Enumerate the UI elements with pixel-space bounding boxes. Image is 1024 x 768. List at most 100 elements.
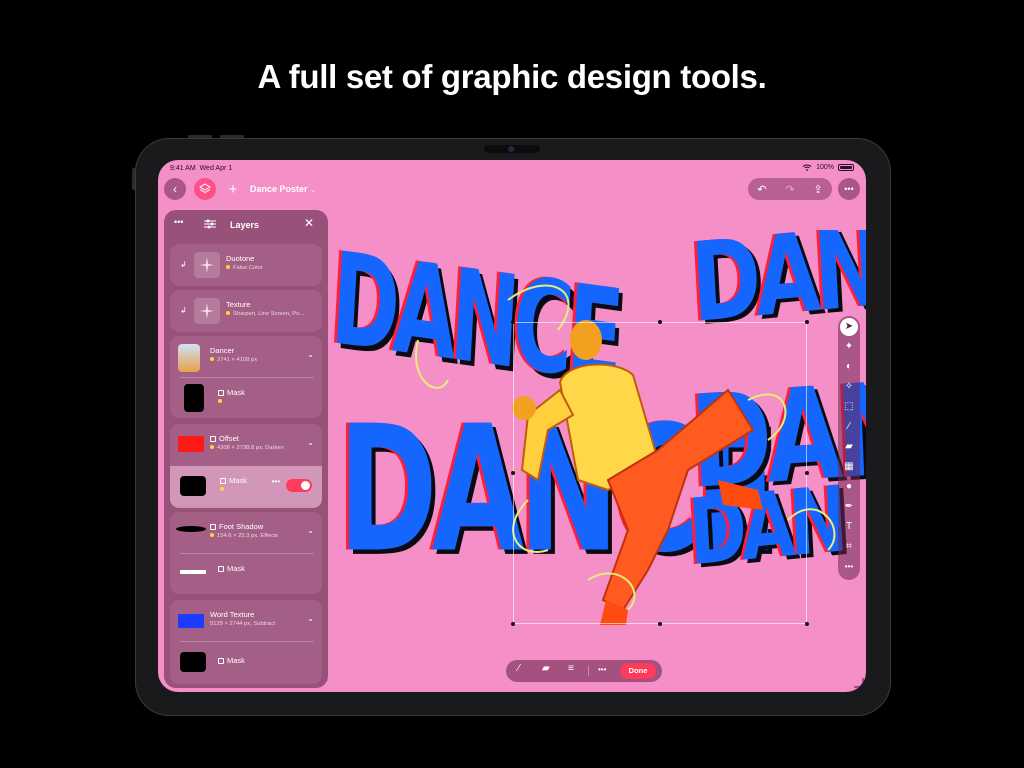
add-button[interactable]: + bbox=[222, 178, 244, 200]
layers-panel-header: ••• Layers ✕ bbox=[164, 210, 328, 238]
eraser-icon[interactable]: ▰ bbox=[838, 438, 860, 456]
status-dot bbox=[220, 487, 224, 492]
back-button[interactable]: ‹ bbox=[164, 178, 186, 200]
layer-detail: 2741 × 4108 px bbox=[217, 357, 258, 363]
selection-box[interactable] bbox=[511, 320, 809, 626]
plus-icon: + bbox=[228, 180, 238, 198]
wifi-icon bbox=[802, 164, 812, 171]
chevron-down-icon: ⌄ bbox=[310, 185, 317, 194]
chevron-down-icon[interactable]: ⌄ bbox=[307, 438, 314, 447]
patch-icon[interactable]: ▦ bbox=[838, 458, 860, 476]
mask-more-icon[interactable]: ••• bbox=[272, 477, 280, 486]
mask-thumbnail bbox=[184, 384, 204, 412]
mask-thumbnail bbox=[180, 652, 206, 672]
history-share-group: ↶ ↷ ⇪ bbox=[748, 178, 832, 200]
selection-handle[interactable] bbox=[805, 471, 809, 475]
brush-icon[interactable]: ⁄ bbox=[838, 418, 860, 436]
toolbar-divider bbox=[588, 666, 589, 676]
marquee-icon[interactable]: ⬚ bbox=[838, 398, 860, 416]
document-title-menu[interactable]: Dance Poster ⌄ bbox=[250, 184, 317, 194]
status-bar: 9:41 AM Wed Apr 1 100% bbox=[158, 160, 866, 178]
selection-handle[interactable] bbox=[805, 320, 809, 324]
sparkle-icon bbox=[200, 257, 214, 273]
status-time: 9:41 AM bbox=[170, 165, 196, 172]
selection-handle[interactable] bbox=[511, 471, 515, 475]
sparkle-icon bbox=[200, 303, 214, 319]
adjust-icon[interactable]: ≡ bbox=[568, 663, 574, 674]
layer-detail: 4308 × 2738.8 px, Darken bbox=[217, 445, 284, 451]
select-tool-icon[interactable]: ➤ bbox=[840, 318, 858, 336]
layers-icon bbox=[199, 183, 211, 194]
layer-detail: 154.6 × 25.3 px, Effects bbox=[217, 533, 278, 539]
crop-icon[interactable]: ⌗ bbox=[838, 538, 860, 556]
layers-button[interactable] bbox=[194, 178, 216, 200]
layer-detail: Sharpen, Line Screen, Po... bbox=[233, 311, 305, 317]
mask-row[interactable]: Mask bbox=[170, 378, 322, 420]
mask-thumbnail bbox=[180, 570, 206, 574]
mask-toggle[interactable] bbox=[286, 479, 312, 492]
chevron-down-icon[interactable]: ⌄ bbox=[307, 350, 314, 359]
battery-icon bbox=[838, 164, 854, 171]
bottom-toolbar: ⁄ ▰ ≡ ••• Done bbox=[506, 660, 662, 682]
layer-name: Foot Shadow bbox=[219, 522, 264, 531]
layer-detail: False Color bbox=[233, 265, 263, 271]
layer-item-dancer[interactable]: Dancer 2741 × 4108 px ⌄ Mask bbox=[170, 336, 322, 418]
sparkle-tool-icon[interactable]: ✧ bbox=[838, 378, 860, 396]
layers-panel: ••• Layers ✕ ↲ Duotone False Color ↲ Tex… bbox=[164, 210, 328, 688]
pen-icon[interactable]: ✒ bbox=[838, 498, 860, 516]
eraser-icon[interactable]: ▰ bbox=[542, 663, 550, 674]
offset-thumbnail bbox=[178, 436, 204, 452]
chevron-down-icon[interactable]: ⌄ bbox=[307, 526, 314, 535]
app-screen: 9:41 AM Wed Apr 1 100% ‹ + Dance Poster … bbox=[158, 160, 866, 692]
blend-icon[interactable]: ◐ bbox=[838, 358, 860, 376]
layer-item-texture[interactable]: ↲ Texture Sharpen, Line Screen, Po... bbox=[170, 290, 322, 332]
selection-handle[interactable] bbox=[511, 622, 515, 626]
close-icon[interactable]: ✕ bbox=[304, 216, 314, 230]
redo-icon[interactable]: ↷ bbox=[785, 183, 794, 196]
done-button[interactable]: Done bbox=[620, 663, 656, 679]
selection-handle[interactable] bbox=[805, 622, 809, 626]
ellipsis-icon: ••• bbox=[844, 184, 854, 194]
text-tool-icon[interactable]: T bbox=[838, 518, 860, 536]
selection-handle[interactable] bbox=[658, 320, 662, 324]
layer-name: Texture bbox=[226, 300, 251, 309]
sliders-icon[interactable] bbox=[204, 219, 216, 229]
layer-item-word-texture[interactable]: Word Texture 5129 × 2744 px, Subtract ⌄ … bbox=[170, 600, 322, 684]
shadow-thumbnail bbox=[176, 526, 206, 532]
selection-handle[interactable] bbox=[658, 622, 662, 626]
layer-item-duotone[interactable]: ↲ Duotone False Color bbox=[170, 244, 322, 286]
layer-name: Dancer bbox=[210, 346, 235, 355]
mask-icon bbox=[218, 390, 224, 397]
undo-icon[interactable]: ↶ bbox=[757, 183, 766, 196]
tools-more-icon[interactable]: ••• bbox=[838, 558, 860, 576]
magic-wand-icon[interactable]: ✦ bbox=[838, 338, 860, 356]
layer-name: Offset bbox=[219, 434, 239, 443]
top-bar: ‹ + Dance Poster ⌄ ↶ ↷ ⇪ ••• bbox=[158, 178, 866, 204]
status-date: Wed Apr 1 bbox=[199, 165, 233, 172]
mask-name: Mask bbox=[227, 656, 245, 665]
panel-more-icon[interactable]: ••• bbox=[174, 217, 183, 227]
tools-strip: ➤ ✦ ◐ ✧ ⬚ ⁄ ▰ ▦ ● ✒ T ⌗ ••• bbox=[838, 316, 860, 580]
mask-name: Mask bbox=[227, 564, 245, 573]
headline: A full set of graphic design tools. bbox=[257, 58, 767, 95]
more-button[interactable]: ••• bbox=[838, 178, 860, 200]
mask-icon bbox=[218, 658, 224, 665]
battery-percent: 100% bbox=[816, 164, 834, 171]
mask-icon bbox=[220, 478, 226, 485]
layer-item-foot-shadow[interactable]: Foot Shadow 154.6 × 25.3 px, Effects ⌄ M… bbox=[170, 512, 322, 594]
selection-handle[interactable] bbox=[511, 320, 515, 324]
paint-brush-icon[interactable]: ⁄ bbox=[518, 663, 520, 674]
chevron-down-icon[interactable]: ⌄ bbox=[307, 614, 314, 623]
mask-row[interactable]: Mask bbox=[170, 644, 322, 686]
dancer-thumbnail bbox=[178, 344, 200, 372]
layer-detail: 5129 × 2744 px, Subtract bbox=[210, 621, 275, 627]
mask-row-selected[interactable]: Mask ••• bbox=[170, 466, 322, 508]
group-icon bbox=[210, 436, 216, 443]
fill-icon[interactable]: ● bbox=[838, 478, 860, 496]
mask-name: Mask bbox=[229, 476, 247, 485]
mask-name: Mask bbox=[227, 388, 245, 397]
share-icon[interactable]: ⇪ bbox=[813, 183, 822, 196]
toolbar-more-icon[interactable]: ••• bbox=[598, 665, 606, 674]
mask-row[interactable]: Mask bbox=[170, 554, 322, 596]
layer-name: Duotone bbox=[226, 254, 255, 263]
